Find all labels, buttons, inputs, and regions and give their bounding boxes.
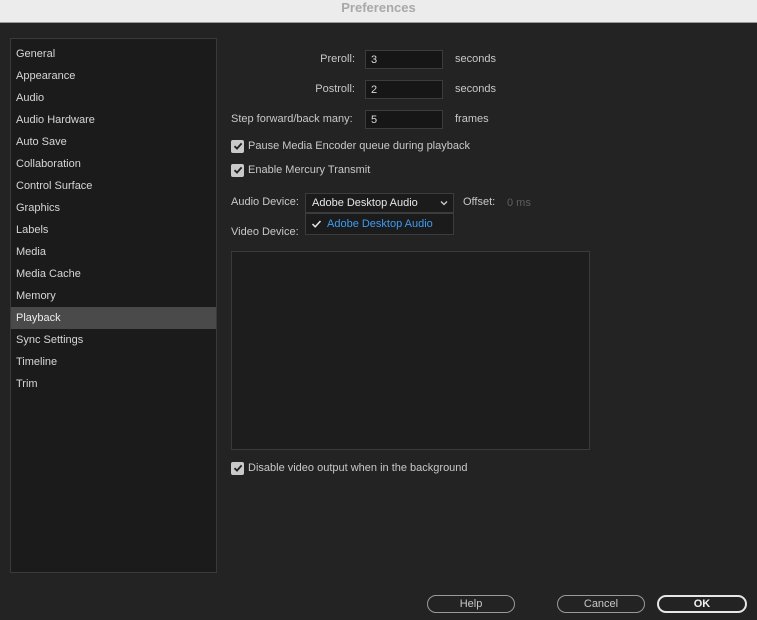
step-unit: frames bbox=[455, 113, 489, 125]
help-button[interactable]: Help bbox=[427, 595, 515, 613]
preroll-input[interactable] bbox=[365, 50, 443, 69]
sidebar-item-general[interactable]: General bbox=[11, 43, 216, 65]
step-input[interactable] bbox=[365, 110, 443, 129]
pause-encoder-label: Pause Media Encoder queue during playbac… bbox=[248, 140, 470, 152]
sidebar-item-trim[interactable]: Trim bbox=[11, 373, 216, 395]
video-device-list[interactable] bbox=[231, 251, 590, 450]
sidebar-item-memory[interactable]: Memory bbox=[11, 285, 216, 307]
window-title: Preferences bbox=[0, 0, 757, 23]
sidebar-item-audio[interactable]: Audio bbox=[11, 87, 216, 109]
audio-device-menu: Adobe Desktop Audio bbox=[305, 213, 454, 235]
disable-video-row[interactable]: Disable video output when in the backgro… bbox=[231, 460, 468, 476]
sidebar-item-media[interactable]: Media bbox=[11, 241, 216, 263]
sidebar-item-appearance[interactable]: Appearance bbox=[11, 65, 216, 87]
sidebar-item-media-cache[interactable]: Media Cache bbox=[11, 263, 216, 285]
sidebar-item-playback[interactable]: Playback bbox=[11, 307, 216, 329]
chevron-down-icon bbox=[440, 201, 448, 206]
preferences-sidebar: General Appearance Audio Audio Hardware … bbox=[10, 38, 217, 573]
sidebar-list: General Appearance Audio Audio Hardware … bbox=[11, 43, 216, 395]
postroll-label: Postroll: bbox=[315, 83, 355, 95]
sidebar-item-timeline[interactable]: Timeline bbox=[11, 351, 216, 373]
offset-label: Offset: bbox=[463, 196, 496, 208]
pause-encoder-row[interactable]: Pause Media Encoder queue during playbac… bbox=[231, 138, 470, 154]
mercury-transmit-label: Enable Mercury Transmit bbox=[248, 164, 371, 176]
video-device-label: Video Device: bbox=[231, 226, 299, 238]
preroll-unit: seconds bbox=[455, 53, 496, 65]
offset-value: 0 ms bbox=[507, 197, 531, 209]
sidebar-item-collaboration[interactable]: Collaboration bbox=[11, 153, 216, 175]
sidebar-item-audio-hardware[interactable]: Audio Hardware bbox=[11, 109, 216, 131]
checkmark-icon bbox=[233, 142, 242, 150]
audio-device-option[interactable]: Adobe Desktop Audio bbox=[327, 214, 433, 234]
ok-button[interactable]: OK bbox=[657, 595, 747, 613]
sidebar-item-labels[interactable]: Labels bbox=[11, 219, 216, 241]
cancel-button[interactable]: Cancel bbox=[557, 595, 645, 613]
checkmark-icon bbox=[311, 220, 322, 228]
sidebar-item-auto-save[interactable]: Auto Save bbox=[11, 131, 216, 153]
disable-video-label: Disable video output when in the backgro… bbox=[248, 462, 468, 474]
preroll-label: Preroll: bbox=[320, 53, 355, 65]
postroll-unit: seconds bbox=[455, 83, 496, 95]
audio-device-label: Audio Device: bbox=[231, 196, 299, 208]
sidebar-item-sync-settings[interactable]: Sync Settings bbox=[11, 329, 216, 351]
pause-encoder-checkbox[interactable] bbox=[231, 139, 244, 153]
postroll-input[interactable] bbox=[365, 80, 443, 99]
mercury-transmit-checkbox[interactable] bbox=[231, 163, 244, 177]
step-label: Step forward/back many: bbox=[231, 113, 353, 125]
disable-video-checkbox[interactable] bbox=[231, 461, 244, 475]
sidebar-item-graphics[interactable]: Graphics bbox=[11, 197, 216, 219]
checkmark-icon bbox=[233, 166, 242, 174]
checkmark-icon bbox=[233, 464, 242, 472]
mercury-transmit-row[interactable]: Enable Mercury Transmit bbox=[231, 162, 370, 178]
sidebar-item-control-surface[interactable]: Control Surface bbox=[11, 175, 216, 197]
audio-device-selected: Adobe Desktop Audio bbox=[312, 197, 418, 209]
audio-device-dropdown[interactable]: Adobe Desktop Audio bbox=[305, 193, 454, 213]
